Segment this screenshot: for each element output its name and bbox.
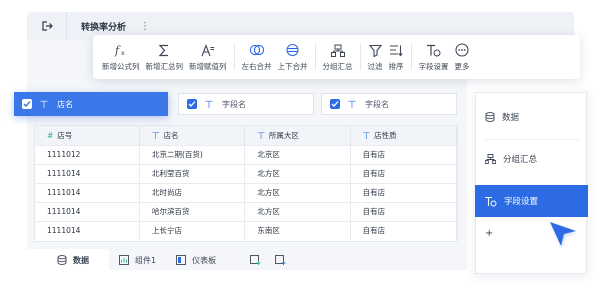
text-type-icon: 丅	[257, 130, 265, 140]
add-summary-column-button[interactable]: 新增汇总列	[143, 35, 187, 79]
table-cell[interactable]: 自有店	[350, 220, 458, 240]
text-type-icon: 丅	[362, 130, 371, 140]
group-summary-button[interactable]: 分组汇总	[320, 35, 356, 79]
panel-divider	[484, 139, 580, 140]
group-summary-icon	[485, 154, 496, 164]
checkbox-checked-icon[interactable]	[22, 99, 32, 109]
formula-icon: fx	[114, 42, 128, 58]
table-row: 1111014 哈尔滨百货 北方区 自有店	[35, 201, 458, 221]
exit-icon[interactable]	[27, 12, 67, 40]
table-row: 1111014 上长宁店 东南区 自有店	[35, 220, 458, 240]
text-type-icon: 丅	[348, 99, 356, 109]
filter-icon	[368, 42, 382, 58]
field-label: 店名	[57, 99, 73, 109]
table-cell[interactable]: 北京区	[244, 144, 351, 164]
assign-value-icon	[201, 42, 215, 58]
text-type-icon: 丅	[40, 99, 48, 109]
table-cell[interactable]: 1111012	[35, 144, 140, 164]
table-cell[interactable]: 北京二期(百货)	[139, 144, 246, 164]
table-cell[interactable]: 北方区	[244, 182, 351, 202]
bottom-tab-bar: 数据 组件1 仪表板	[27, 249, 467, 271]
field-settings-icon	[426, 42, 441, 58]
column-header[interactable]: 丅店性质	[350, 126, 458, 145]
text-type-icon: 丅	[205, 99, 213, 109]
toolbar: fx 新增公式列 新增汇总列 新增赋值列 左右合并 上下合并 分组汇总 过滤 排…	[93, 35, 580, 79]
table-cell[interactable]: 1111014	[35, 182, 140, 202]
merge-horizontal-button[interactable]: 左右合并	[239, 35, 275, 79]
table-cell[interactable]: 1111014	[35, 201, 140, 221]
table-cell[interactable]: 自有店	[350, 163, 458, 183]
merge-vertical-icon	[286, 42, 299, 58]
group-summary-icon	[330, 42, 345, 58]
field-chip[interactable]: 丅 字段名	[321, 93, 457, 115]
add-dashboard-icon[interactable]	[275, 254, 286, 266]
field-chip-store-name[interactable]: 丅 店名	[14, 92, 168, 116]
toolbar-divider	[233, 44, 235, 70]
field-settings-button[interactable]: 字段设置	[416, 35, 452, 79]
table-cell[interactable]: 东南区	[244, 220, 351, 240]
sort-button[interactable]: 排序	[386, 35, 407, 79]
table-row: 1111012 北京二期(百货) 北京区 自有店	[35, 144, 458, 164]
add-formula-column-button[interactable]: fx 新增公式列	[99, 35, 143, 79]
data-table: # 店号 丅店名 丅所属大区 丅店性质 1111012 北京二期(百货) 北京区 …	[34, 125, 458, 242]
table-cell[interactable]: 自有店	[350, 201, 458, 221]
table-cell[interactable]: 北方区	[244, 201, 351, 221]
checkbox-checked-icon[interactable]	[187, 99, 197, 109]
sort-icon	[389, 42, 403, 58]
svg-text:x: x	[121, 50, 125, 57]
database-icon	[57, 255, 67, 265]
tab-component[interactable]: 组件1	[109, 249, 166, 271]
component-icon	[119, 255, 129, 265]
title-more-icon[interactable]: ⋮	[140, 21, 150, 32]
table-header-row: # 店号 丅店名 丅所属大区 丅店性质	[35, 126, 458, 145]
database-icon	[485, 112, 495, 122]
svg-text:f: f	[114, 44, 121, 57]
page-title: 转换率分析	[81, 22, 127, 33]
sigma-icon	[158, 42, 170, 58]
panel-item-group-summary[interactable]: 分组汇总	[476, 143, 588, 175]
tab-data[interactable]: 数据	[27, 249, 109, 271]
checkbox-checked-icon[interactable]	[330, 99, 340, 109]
cursor-arrow-icon	[546, 218, 580, 252]
field-chip[interactable]: 丅 字段名	[178, 93, 314, 115]
number-type-icon: #	[47, 130, 54, 140]
field-label: 字段名	[365, 99, 389, 109]
dashboard-icon	[176, 255, 187, 265]
table-cell[interactable]: 1111014	[35, 220, 140, 240]
table-cell[interactable]: 北方区	[244, 163, 351, 183]
column-header[interactable]: # 店号	[35, 126, 140, 145]
toolbar-divider	[314, 44, 316, 70]
table-row: 1111014 北时尚店 北方区 自有店	[35, 182, 458, 202]
table-cell[interactable]: 1111014	[35, 163, 140, 183]
table-cell[interactable]: 上长宁店	[139, 220, 246, 240]
tab-dashboard[interactable]: 仪表板	[166, 249, 226, 271]
filter-button[interactable]: 过滤	[365, 35, 386, 79]
table-cell[interactable]: 北时尚店	[139, 182, 246, 202]
merge-horizontal-icon	[249, 42, 265, 58]
merge-vertical-button[interactable]: 上下合并	[275, 35, 311, 79]
panel-item-data[interactable]: 数据	[476, 101, 588, 133]
toolbar-divider	[359, 44, 361, 70]
table-cell[interactable]: 自有店	[350, 182, 458, 202]
table-cell[interactable]: 北利莹百货	[139, 163, 246, 183]
toolbar-divider	[410, 44, 412, 70]
add-assign-column-button[interactable]: 新增赋值列	[186, 35, 230, 79]
text-type-icon: 丅	[152, 130, 160, 140]
column-header[interactable]: 丅所属大区	[244, 126, 351, 145]
table-cell[interactable]: 哈尔滨百货	[139, 201, 246, 221]
column-header[interactable]: 丅店名	[139, 126, 246, 145]
more-button[interactable]: 更多	[452, 35, 473, 79]
field-label: 字段名	[222, 99, 246, 109]
add-component-icon[interactable]	[250, 254, 261, 266]
field-settings-icon	[484, 196, 497, 207]
plus-icon: +	[485, 227, 494, 239]
panel-item-field-settings[interactable]: 字段设置	[475, 185, 588, 217]
table-cell[interactable]: 自有店	[350, 144, 458, 164]
more-icon	[455, 42, 469, 58]
table-row: 1111014 北利莹百货 北方区 自有店	[35, 163, 458, 183]
